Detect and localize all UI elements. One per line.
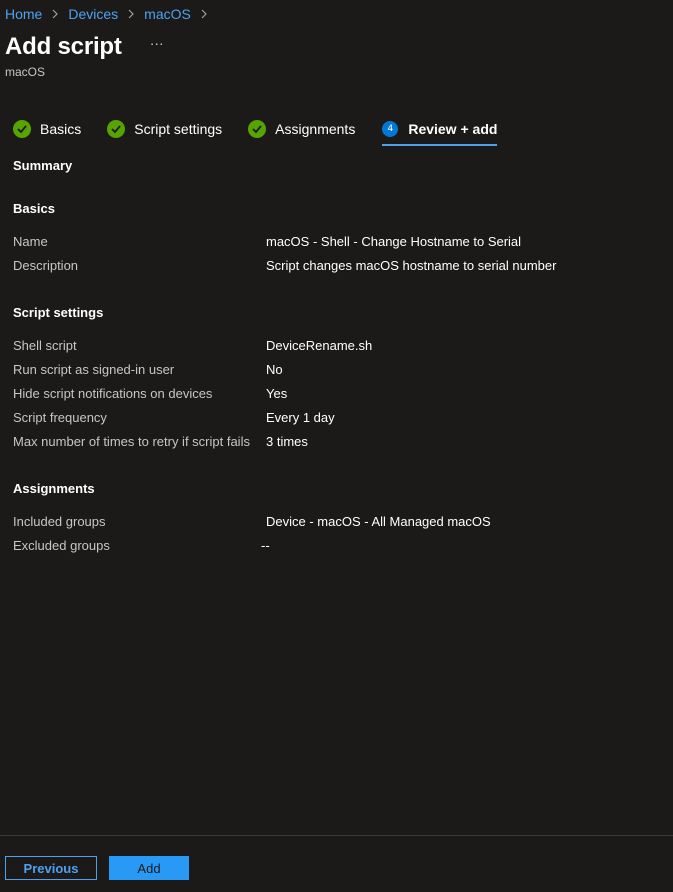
step-number-badge: 4 (382, 121, 399, 137)
row-value: Yes (266, 386, 288, 401)
wizard-steps: Basics Script settings Assignments 4 Rev… (13, 114, 498, 146)
row-value: No (266, 362, 283, 377)
page-subtitle: macOS (5, 65, 46, 79)
row-key: Script frequency (13, 410, 107, 425)
row-value: 3 times (266, 434, 308, 449)
summary-row-included-groups: Included groups Device - macOS - All Man… (13, 514, 653, 529)
page-title: Add script (5, 33, 122, 60)
row-value: Every 1 day (266, 410, 335, 425)
tab-review-add[interactable]: 4 Review + add (382, 114, 498, 146)
breadcrumb-home-link[interactable]: Home (5, 6, 42, 22)
tab-assignments[interactable]: Assignments (248, 114, 355, 144)
summary-row-hide-notifications: Hide script notifications on devices Yes (13, 386, 653, 401)
row-value: DeviceRename.sh (266, 338, 373, 353)
chevron-right-icon (127, 9, 135, 19)
row-key: Max number of times to retry if script f… (13, 434, 250, 449)
add-button[interactable]: Add (109, 856, 189, 880)
row-key: Shell script (13, 338, 77, 353)
add-script-page: Home Devices macOS Add script ··· macOS … (0, 0, 673, 892)
previous-button[interactable]: Previous (5, 856, 97, 880)
row-key: Included groups (13, 514, 106, 529)
tab-assignments-label: Assignments (275, 121, 356, 137)
basics-section-heading: Basics (13, 201, 55, 216)
summary-row-max-retries: Max number of times to retry if script f… (13, 434, 653, 449)
checkmark-icon (248, 120, 267, 138)
checkmark-icon (107, 120, 126, 138)
summary-row-description: Description Script changes macOS hostnam… (13, 258, 653, 273)
script-settings-section-heading: Script settings (13, 305, 104, 320)
summary-heading: Summary (13, 158, 73, 173)
row-key: Run script as signed-in user (13, 362, 175, 377)
row-key: Description (13, 258, 79, 273)
chevron-right-icon (51, 9, 59, 19)
breadcrumb-devices-link[interactable]: Devices (68, 6, 118, 22)
tab-review-add-label: Review + add (408, 121, 498, 137)
row-key: Hide script notifications on devices (13, 386, 213, 401)
tab-script-settings[interactable]: Script settings (107, 114, 222, 144)
assignments-section-heading: Assignments (13, 481, 95, 496)
breadcrumb: Home Devices macOS (5, 6, 217, 22)
more-options-button[interactable]: ··· (146, 35, 168, 51)
summary-row-name: Name macOS - Shell - Change Hostname to … (13, 234, 653, 249)
breadcrumb-macos-link[interactable]: macOS (144, 6, 191, 22)
tab-basics-label: Basics (40, 121, 82, 137)
tab-script-settings-label: Script settings (134, 121, 223, 137)
tab-basics[interactable]: Basics (13, 114, 81, 144)
row-value: -- (261, 538, 270, 553)
chevron-right-icon (200, 9, 208, 19)
row-value: macOS - Shell - Change Hostname to Seria… (266, 234, 522, 249)
summary-row-excluded-groups: Excluded groups -- (13, 538, 653, 553)
row-key: Name (13, 234, 48, 249)
summary-row-run-as-user: Run script as signed-in user No (13, 362, 653, 377)
row-key: Excluded groups (13, 538, 110, 553)
row-value: Device - macOS - All Managed macOS (266, 514, 491, 529)
title-row: Add script ··· (5, 33, 168, 61)
checkmark-icon (13, 120, 31, 138)
row-value: Script changes macOS hostname to serial … (266, 258, 557, 273)
footer-divider (0, 835, 673, 836)
summary-row-script-frequency: Script frequency Every 1 day (13, 410, 653, 425)
summary-row-shell-script: Shell script DeviceRename.sh (13, 338, 653, 353)
